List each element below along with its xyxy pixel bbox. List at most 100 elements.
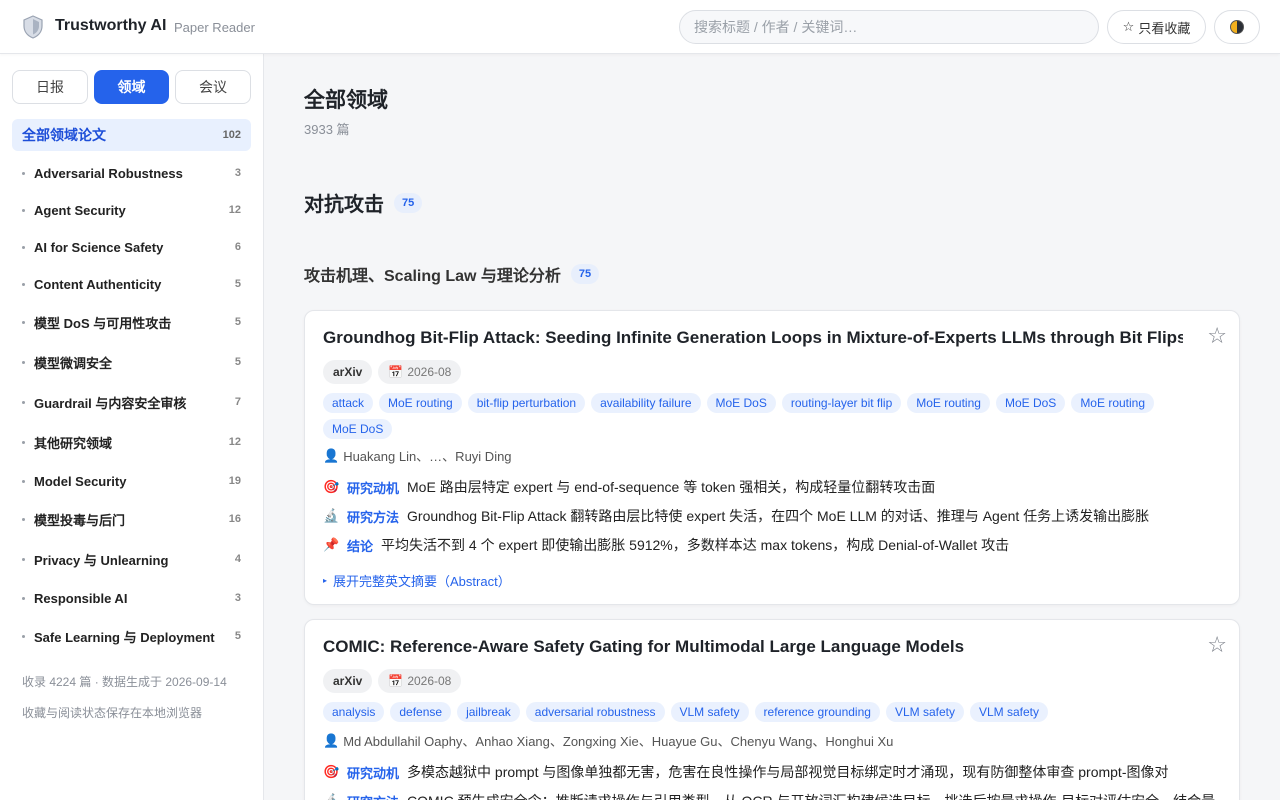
target-icon: 🎯 <box>323 479 340 494</box>
sidebar-item-count: 3 <box>234 167 241 179</box>
sidebar-item-label: 全部领域论文 <box>22 127 106 143</box>
source-badge: arXiv <box>323 360 373 384</box>
tag[interactable]: VLM safety <box>969 702 1049 722</box>
bullet-icon <box>22 440 25 444</box>
sidebar-item-adversarial-robustness[interactable]: Adversarial Robustness 3 <box>12 158 251 188</box>
tab-conferences[interactable]: 会议 <box>175 70 251 104</box>
page-count: 3933 篇 <box>304 122 350 137</box>
conclusion-label: 结论 <box>347 538 374 554</box>
motivation-line: 🎯 研究动机 MoE 路由层特定 expert 与 end-of-sequenc… <box>323 477 935 497</box>
sidebar-item-privacy-unlearning[interactable]: Privacy 与 Unlearning 4 <box>12 544 251 574</box>
sidebar-item-all-domains[interactable]: 全部领域论文 102 <box>12 119 251 151</box>
tag[interactable]: VLM safety <box>885 702 964 722</box>
sidebar-item-count: 5 <box>234 356 241 368</box>
sidebar-item-count: 12 <box>228 204 241 216</box>
bullet-icon <box>22 400 25 404</box>
sidebar-item-finetuning-safety[interactable]: 模型微调安全 5 <box>12 347 251 377</box>
sidebar-item-other-domains[interactable]: 其他研究领域 12 <box>12 427 251 457</box>
sidebar: 日报 领域 会议 全部领域论文 102 Adversarial Robustne… <box>0 54 264 800</box>
paper-card: COMIC: Reference-Aware Safety Gating for… <box>304 619 1240 800</box>
motivation-line: 🎯 研究动机 多模态越狱中 prompt 与图像单独都无害，危害在良性操作与局部… <box>323 762 1169 782</box>
sidebar-item-count: 5 <box>234 278 241 290</box>
paper-title[interactable]: Groundhog Bit-Flip Attack: Seeding Infin… <box>323 328 1183 348</box>
tag[interactable]: bit-flip perturbation <box>467 393 586 413</box>
sidebar-item-ai-for-science-safety[interactable]: AI for Science Safety 6 <box>12 232 251 262</box>
motivation-text: 多模态越狱中 prompt 与图像单独都无害，危害在良性操作与局部视觉目标绑定时… <box>407 764 1169 780</box>
sidebar-item-model-security[interactable]: Model Security 19 <box>12 466 251 496</box>
star-outline-icon: ☆ <box>1122 19 1135 34</box>
sidebar-item-guardrail[interactable]: Guardrail 与内容安全审核 7 <box>12 387 251 417</box>
pushpin-icon: 📌 <box>323 537 340 552</box>
bullet-icon <box>22 557 25 561</box>
paper-title[interactable]: COMIC: Reference-Aware Safety Gating for… <box>323 637 1183 657</box>
tag[interactable]: attack <box>323 393 374 413</box>
paper-meta: arXiv 📅 2026-08 <box>323 360 462 384</box>
tag[interactable]: MoE routing <box>1071 393 1155 413</box>
sidebar-item-safe-learning[interactable]: Safe Learning 与 Deployment 5 <box>12 621 251 651</box>
calendar-icon: 📅 <box>388 674 404 688</box>
bullet-icon <box>22 282 25 286</box>
tag[interactable]: defense <box>390 702 452 722</box>
tab-domains[interactable]: 领域 <box>94 70 169 104</box>
theme-toggle-button[interactable] <box>1214 10 1260 44</box>
date-text: 2026-08 <box>407 365 452 379</box>
subsection-header: 攻击机理、Scaling Law 与理论分析 75 <box>304 262 600 286</box>
tag[interactable]: MoE routing <box>907 393 990 413</box>
method-text: Groundhog Bit-Flip Attack 翻转路由层比特使 exper… <box>407 508 1150 524</box>
authors: 👤 Md Abdullahil Oaphy、Anhao Xiang、Zongxi… <box>323 731 893 750</box>
bullet-icon <box>22 479 25 483</box>
person-icon: 👤 <box>323 732 340 748</box>
sidebar-item-label: Agent Security <box>34 202 126 218</box>
sidebar-item-count: 3 <box>234 592 241 604</box>
sidebar-item-label: 模型 DoS 与可用性攻击 <box>34 315 172 331</box>
sidebar-item-poisoning-backdoor[interactable]: 模型投毒与后门 16 <box>12 504 251 534</box>
tag[interactable]: MoE DoS <box>323 419 393 439</box>
sidebar-item-agent-security[interactable]: Agent Security 12 <box>12 195 251 225</box>
tag[interactable]: routing-layer bit flip <box>781 393 902 413</box>
subsection-title: 攻击机理、Scaling Law 与理论分析 <box>304 268 561 285</box>
motivation-text: MoE 路由层特定 expert 与 end-of-sequence 等 tok… <box>407 479 936 495</box>
sidebar-item-count: 102 <box>222 129 241 141</box>
tag[interactable]: adversarial robustness <box>525 702 665 722</box>
authors: 👤 Huakang Lin、…、Ruyi Ding <box>323 446 512 465</box>
sidebar-item-label: Safe Learning 与 Deployment <box>34 629 215 645</box>
sidebar-item-model-dos[interactable]: 模型 DoS 与可用性攻击 5 <box>12 307 251 337</box>
expand-abstract-toggle[interactable]: ▸ 展开完整英文摘要（Abstract） <box>323 571 511 590</box>
favorite-star-icon[interactable]: ☆ <box>1207 634 1227 656</box>
tag[interactable]: MoE DoS <box>706 393 776 413</box>
search-input[interactable] <box>679 10 1099 44</box>
authors-text: Md Abdullahil Oaphy、Anhao Xiang、Zongxing… <box>343 734 894 749</box>
microscope-icon: 🔬 <box>323 793 341 800</box>
tag[interactable]: availability failure <box>591 393 701 413</box>
sidebar-item-content-authenticity[interactable]: Content Authenticity 5 <box>12 269 251 299</box>
section-header: 对抗攻击 75 <box>304 188 423 217</box>
microscope-icon: 🔬 <box>323 508 340 523</box>
tag[interactable]: reference grounding <box>754 702 880 722</box>
sidebar-item-label: 模型投毒与后门 <box>34 512 126 528</box>
method-line: 🔬 研究方法 COMIC 预生成安全令：推断请求操作与引用类型，从 OCR 与开… <box>323 791 1215 800</box>
tag[interactable]: MoE routing <box>379 393 462 413</box>
sidebar-item-count: 5 <box>234 316 241 328</box>
section-title: 对抗攻击 <box>304 194 384 216</box>
conclusion-text: 平均失活不到 4 个 expert 即使输出膨胀 5912%，多数样本达 max… <box>381 537 1010 553</box>
paper-meta: arXiv 📅 2026-08 <box>323 669 462 693</box>
paper-card: Groundhog Bit-Flip Attack: Seeding Infin… <box>304 310 1240 605</box>
sidebar-item-label: 其他研究领域 <box>34 435 113 451</box>
favorite-star-icon[interactable]: ☆ <box>1207 325 1227 347</box>
tag[interactable]: jailbreak <box>457 702 520 722</box>
tab-daily[interactable]: 日报 <box>12 70 88 104</box>
sidebar-item-responsible-ai[interactable]: Responsible AI 3 <box>12 583 251 613</box>
tag[interactable]: MoE DoS <box>995 393 1066 413</box>
tag[interactable]: VLM safety <box>670 702 749 722</box>
tag[interactable]: analysis <box>323 702 385 722</box>
motivation-label: 研究动机 <box>347 765 400 781</box>
bullet-icon <box>22 245 25 249</box>
sidebar-item-count: 6 <box>234 241 241 253</box>
bullet-icon <box>22 634 25 638</box>
sidebar-item-label: Responsible AI <box>34 590 128 606</box>
favorites-only-button[interactable]: ☆ 只看收藏 <box>1107 10 1206 44</box>
expand-abstract-label: 展开完整英文摘要（Abstract） <box>333 574 511 589</box>
date-text: 2026-08 <box>407 674 452 688</box>
main-content: 全部领域 3933 篇 对抗攻击 75 攻击机理、Scaling Law 与理论… <box>264 54 1280 800</box>
tag-list: attack MoE routing bit-flip perturbation… <box>323 393 1223 439</box>
